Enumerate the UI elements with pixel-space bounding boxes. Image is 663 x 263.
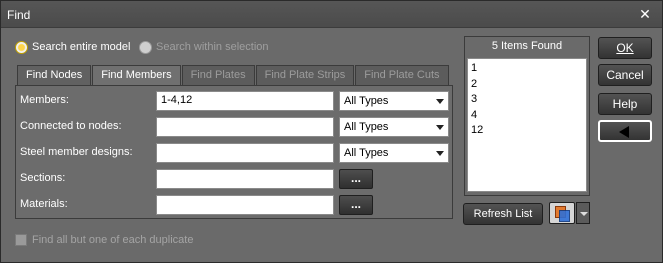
steel-designs-label: Steel member designs: [20,146,133,158]
close-icon[interactable]: ✕ [638,7,652,21]
members-input[interactable]: 1-4,12 [156,91,334,111]
copy-options-dropdown[interactable] [576,202,590,224]
radio-search-within-selection: Search within selection [139,39,269,55]
radio-selected-icon[interactable] [15,40,28,54]
sections-label: Sections: [20,172,66,184]
tab-find-plate-cuts: Find Plate Cuts [355,65,449,85]
results-box: 5 Items Found 1 2 3 4 12 [464,36,590,196]
list-item[interactable]: 1 [471,61,583,77]
ok-button[interactable]: OK [598,37,652,59]
steel-designs-type-select[interactable]: All Types [339,143,449,163]
radio-label-within-selection: Search within selection [156,41,269,53]
copy-to-clipboard-icon-overlay [559,210,570,222]
tab-find-plates: Find Plates [181,65,255,85]
chevron-down-icon [436,125,444,130]
list-item[interactable]: 3 [471,92,583,108]
radio-label-entire-model: Search entire model [32,41,131,53]
duplicate-checkbox [15,234,27,246]
radio-search-entire-model[interactable]: Search entire model [15,39,130,55]
help-button[interactable]: Help [598,93,652,115]
find-dialog: Find ✕ Search entire model Search within… [0,0,663,263]
copy-button[interactable] [549,202,575,224]
ok-label: OK [616,41,634,55]
sections-input[interactable] [156,169,334,189]
list-item[interactable]: 12 [471,123,583,139]
tab-find-members[interactable]: Find Members [92,65,181,86]
tab-find-nodes[interactable]: Find Nodes [17,65,92,85]
radio-unselected-icon [139,40,152,54]
tab-find-plate-strips: Find Plate Strips [255,65,355,85]
members-label: Members: [20,94,69,106]
duplicate-option: Find all but one of each duplicate [15,234,193,246]
materials-browse-button[interactable]: ... [339,195,373,215]
steel-designs-type-value: All Types [344,147,389,159]
results-list[interactable]: 1 2 3 4 12 [467,58,587,192]
connected-nodes-type-select[interactable]: All Types [339,117,449,137]
tab-strip: Find Nodes Find Members Find Plates Find… [17,65,450,86]
refresh-list-button[interactable]: Refresh List [463,203,543,225]
cancel-button[interactable]: Cancel [598,64,652,86]
window-title: Find [7,8,31,22]
materials-label: Materials: [20,198,68,210]
list-item[interactable]: 2 [471,77,583,93]
duplicate-checkbox-label: Find all but one of each duplicate [32,234,194,246]
back-arrow-icon [619,126,629,138]
chevron-down-icon [436,99,444,104]
list-item[interactable]: 4 [471,108,583,124]
chevron-down-icon [436,151,444,156]
materials-input[interactable] [156,195,334,215]
back-button[interactable] [598,120,652,142]
members-type-select[interactable]: All Types [339,91,449,111]
connected-nodes-input[interactable] [156,117,334,137]
connected-nodes-label: Connected to nodes: [20,120,122,132]
find-members-panel: Members: 1-4,12 All Types Connected to n… [15,85,453,219]
results-header: 5 Items Found [491,40,563,52]
members-type-value: All Types [344,95,389,107]
steel-designs-input[interactable] [156,143,334,163]
titlebar: Find ✕ [1,1,662,28]
chevron-down-icon [580,212,588,216]
sections-browse-button[interactable]: ... [339,169,373,189]
connected-nodes-type-value: All Types [344,121,389,133]
